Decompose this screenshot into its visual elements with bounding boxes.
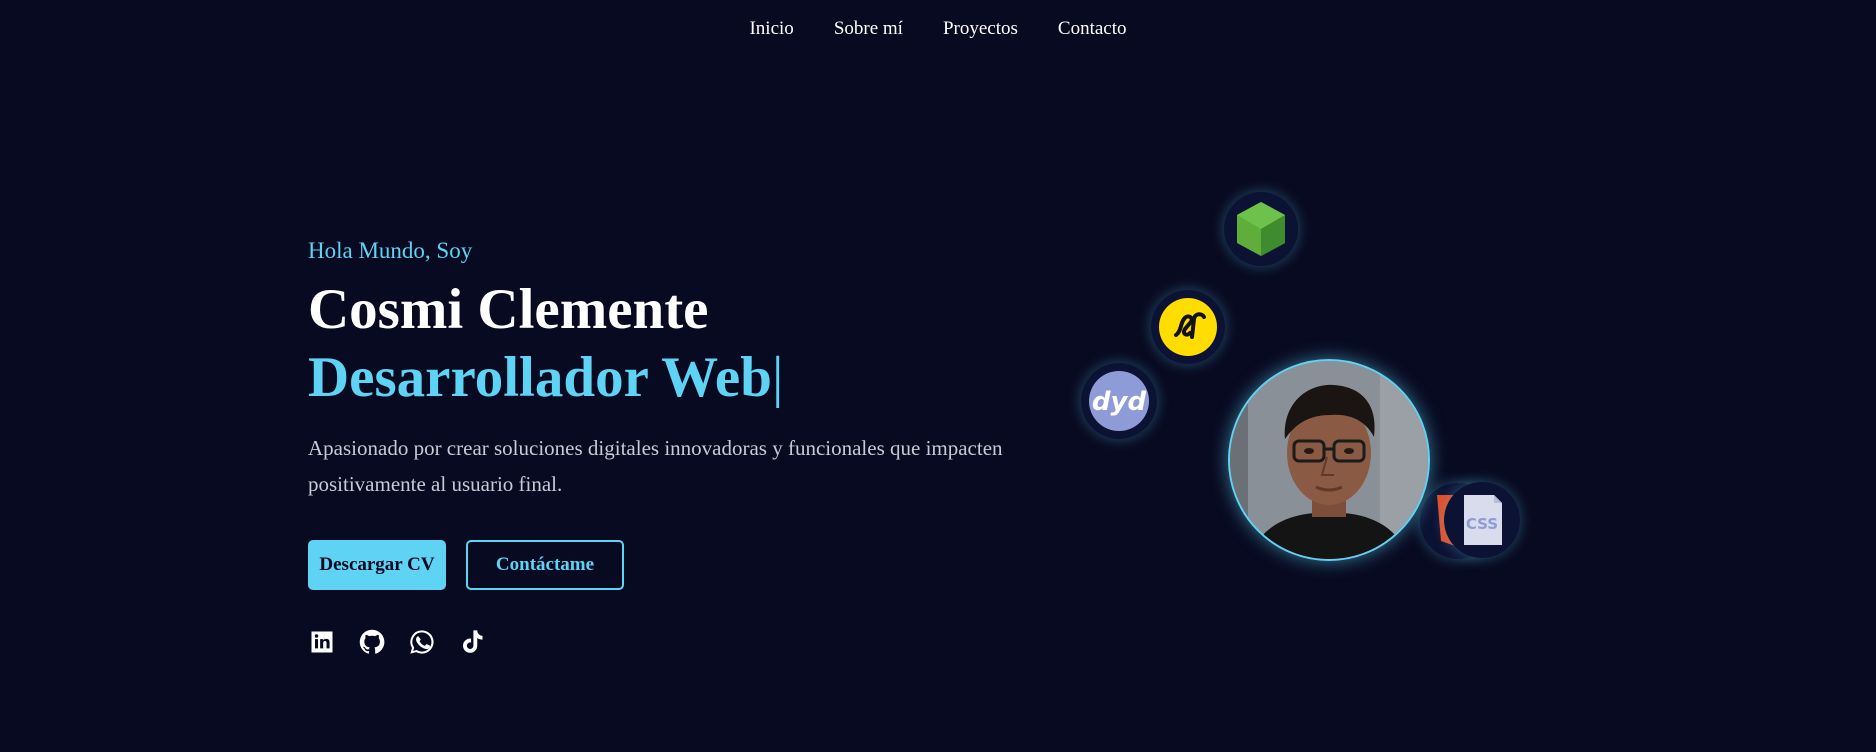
linkedin-icon[interactable] <box>308 628 336 656</box>
main-nav: Inicio Sobre mí Proyectos Contacto <box>0 18 1876 40</box>
contact-button[interactable]: Contáctame <box>466 540 624 590</box>
download-cv-button[interactable]: Descargar CV <box>308 540 446 590</box>
svg-text:dyd: dyd <box>1092 387 1147 417</box>
nav-link-proyectos[interactable]: Proyectos <box>943 18 1018 40</box>
tech-bubble-dyd: dyd <box>1081 363 1157 439</box>
tech-bubble-symfony <box>1151 290 1225 364</box>
nav-link-inicio[interactable]: Inicio <box>749 18 793 40</box>
github-icon[interactable] <box>358 628 386 656</box>
tech-bubble-nodejs <box>1224 192 1298 266</box>
hero-section: Hola Mundo, Soy Cosmi Clemente Desarroll… <box>308 238 1068 656</box>
hero-role-text: Desarrollador Web <box>308 346 772 409</box>
hero-greeting: Hola Mundo, Soy <box>308 238 473 263</box>
typing-caret: | <box>771 346 784 409</box>
hero-description: Apasionado por crear soluciones digitale… <box>308 436 1003 496</box>
nav-link-contacto[interactable]: Contacto <box>1058 18 1127 40</box>
hero-name: Cosmi Clemente <box>308 278 709 341</box>
nodejs-icon <box>1237 202 1285 256</box>
tech-bubble-css3: CSS <box>1444 482 1520 558</box>
social-links <box>308 628 1068 656</box>
hero-buttons: Descargar CV Contáctame <box>308 540 1068 590</box>
css-icon-label: CSS <box>1466 515 1498 533</box>
whatsapp-icon[interactable] <box>408 628 436 656</box>
nav-link-sobre-mi[interactable]: Sobre mí <box>834 18 903 40</box>
profile-photo <box>1230 361 1428 559</box>
dyd-icon: dyd <box>1089 371 1149 431</box>
avatar <box>1228 359 1430 561</box>
symfony-icon <box>1159 298 1217 356</box>
hero-role: Desarrollador Web| <box>308 344 1068 412</box>
css3-icon: CSS <box>1464 495 1502 545</box>
tiktok-icon[interactable] <box>458 628 486 656</box>
